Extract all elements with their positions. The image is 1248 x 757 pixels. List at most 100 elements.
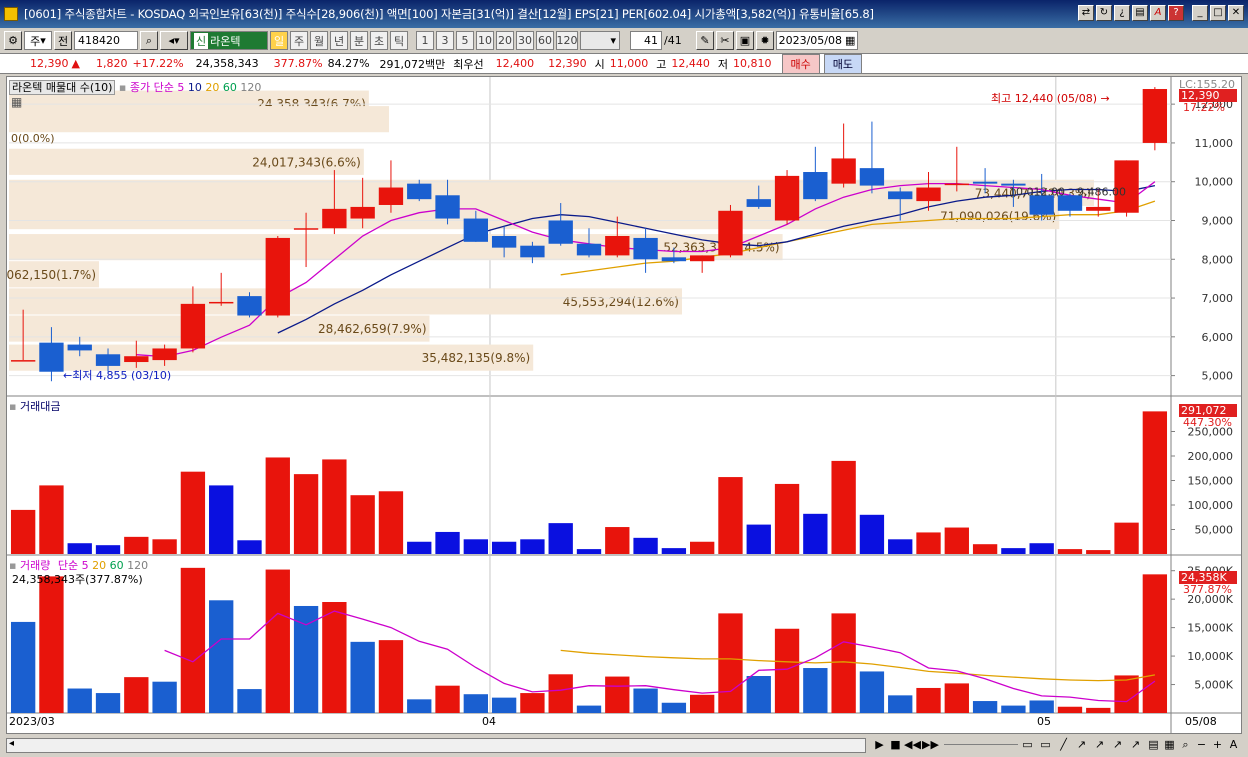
candle-body [690, 255, 715, 262]
interval-3[interactable]: 3 [436, 31, 454, 50]
play-icon[interactable]: ▶ [872, 737, 887, 753]
arrow-tool-4-icon[interactable]: ↗ [1128, 737, 1143, 753]
help-icon[interactable]: ¿ [1114, 5, 1130, 21]
app-icon [4, 7, 18, 21]
interval-5[interactable]: 5 [456, 31, 474, 50]
amount-bar [690, 541, 715, 554]
speaker-icon[interactable]: ◂▾ [160, 31, 188, 50]
candle-body [944, 183, 969, 186]
candle-body [859, 168, 885, 186]
period-minute[interactable]: 분 [350, 31, 368, 50]
zoom-out-icon[interactable]: − [1194, 737, 1209, 753]
volume-profile-label: 6,062,150(1.7%) [7, 268, 96, 282]
draw-line-icon[interactable]: ╱ [1056, 737, 1071, 753]
amount-bar [407, 541, 432, 554]
code-input[interactable]: 418420 [74, 31, 138, 50]
scroll-left-icon[interactable]: ◂ [9, 738, 14, 749]
layout-icon-2[interactable]: ▭ [1038, 737, 1053, 753]
chart-area[interactable]: 24,358,343(6.7%) 24,017,343(6.6%) 73,440,7… [6, 76, 1242, 734]
period-week[interactable]: 주 [290, 31, 308, 50]
maximize-button[interactable]: □ [1210, 5, 1226, 21]
interval-input[interactable]: ▾ [580, 31, 620, 50]
zoom-slider[interactable] [944, 744, 1018, 748]
volume-bar [1001, 705, 1026, 713]
gear-icon[interactable]: ✹ [756, 31, 774, 50]
zoom-icon[interactable]: ⌕ [1178, 737, 1193, 753]
candle-body [152, 348, 177, 361]
volume-ma20-line [560, 649, 1156, 682]
volume-bar [633, 688, 658, 713]
interval-1[interactable]: 1 [416, 31, 434, 50]
grid-icon[interactable]: ▦ [11, 95, 22, 109]
volume-sub-label: 24,358,343주(377.87%) [12, 573, 143, 586]
amount-tick-label: 100,000 [1188, 499, 1234, 512]
window-title: [0601] 주식종합차트 - KOSDAQ 외국인보유[63(천)] 주식수[… [24, 7, 874, 21]
volume-bar [265, 569, 290, 713]
interval-120[interactable]: 120 [556, 31, 578, 50]
volume-bar [576, 705, 602, 713]
chart-type-icon[interactable]: ▦ [1162, 737, 1177, 753]
window-icon[interactable]: ▤ [1146, 737, 1161, 753]
volume-bar [718, 613, 743, 713]
candle-body [1142, 89, 1168, 143]
crosshair-label: 10,012.00 [1009, 185, 1065, 198]
period-day[interactable]: 일 [270, 31, 288, 50]
amount-bar [576, 549, 602, 554]
amount-bar [972, 544, 998, 554]
layout-icon-1[interactable]: ▭ [1020, 737, 1035, 753]
arrow-tool-3-icon[interactable]: ↗ [1110, 737, 1125, 753]
refresh-icon[interactable]: ↻ [1096, 5, 1112, 21]
amount-bar [1001, 548, 1026, 554]
quote-price: 12,390 [30, 57, 69, 70]
buy-button[interactable]: 매수 [781, 53, 820, 74]
search-icon[interactable]: ⌕ [140, 31, 158, 50]
scissors-icon[interactable]: ✂ [716, 31, 734, 50]
title-buttons: ⇄ ↻ ¿ ▤ A ? _ □ ✕ [1078, 5, 1244, 21]
question-icon[interactable]: ? [1168, 5, 1184, 21]
price-tick-label: 8,000 [1202, 253, 1234, 266]
calendar-icon[interactable]: ▦ [845, 34, 855, 47]
minimize-button[interactable]: _ [1192, 5, 1208, 21]
period-month[interactable]: 월 [310, 31, 328, 50]
x-label-end: 05/08 [1185, 715, 1217, 728]
close-button[interactable]: ✕ [1228, 5, 1244, 21]
count-input[interactable]: 41 [630, 31, 662, 50]
amount-bar [944, 527, 969, 554]
pin-icon[interactable]: ✎ [696, 31, 714, 50]
period-second[interactable]: 초 [370, 31, 388, 50]
interval-60[interactable]: 60 [536, 31, 554, 50]
link-icon[interactable]: ⇄ [1078, 5, 1094, 21]
rewind-icon[interactable]: ◀◀ [904, 737, 921, 753]
x-label-start: 2023/03 [9, 715, 55, 728]
market-select[interactable]: 주 ▾ [24, 31, 52, 50]
amount-bar [209, 485, 234, 554]
volume-tick-label: 15,000K [1187, 622, 1233, 635]
font-size-icon[interactable]: A [1226, 737, 1241, 753]
zoom-in-icon[interactable]: + [1210, 737, 1225, 753]
amount-bar [1142, 411, 1168, 554]
amount-bar [322, 459, 347, 554]
amount-bar [548, 523, 573, 554]
arrow-tool-icon[interactable]: ↗ [1074, 737, 1089, 753]
horizontal-scrollbar[interactable]: ◂ [6, 738, 866, 753]
stop-icon[interactable]: ■ [888, 737, 903, 753]
font-icon[interactable]: A [1150, 5, 1166, 21]
interval-30[interactable]: 30 [516, 31, 534, 50]
interval-20[interactable]: 20 [496, 31, 514, 50]
sell-button[interactable]: 매도 [823, 53, 863, 74]
amount-bar [605, 527, 630, 554]
chart-svg[interactable]: 24,358,343(6.7%)24,017,343(6.6%)73,440,7… [7, 77, 1241, 733]
fast-forward-icon[interactable]: ▶▶ [922, 737, 939, 753]
last-pct-tag: 17.22% [1183, 101, 1225, 114]
period-tick[interactable]: 틱 [390, 31, 408, 50]
period-year[interactable]: 년 [330, 31, 348, 50]
interval-10[interactable]: 10 [476, 31, 494, 50]
save-screen-icon[interactable]: ▤ [1132, 5, 1148, 21]
volume-profile-bar [9, 203, 1060, 230]
arrow-tool-2-icon[interactable]: ↗ [1092, 737, 1107, 753]
save-icon[interactable]: ▣ [736, 31, 754, 50]
settings-icon[interactable]: ⚙ [4, 31, 22, 50]
stock-name-field[interactable]: 신 라온텍 [190, 31, 268, 50]
date-input[interactable]: 2023/05/08 ▦ [776, 31, 858, 50]
prev-button[interactable]: 전 [54, 31, 72, 50]
